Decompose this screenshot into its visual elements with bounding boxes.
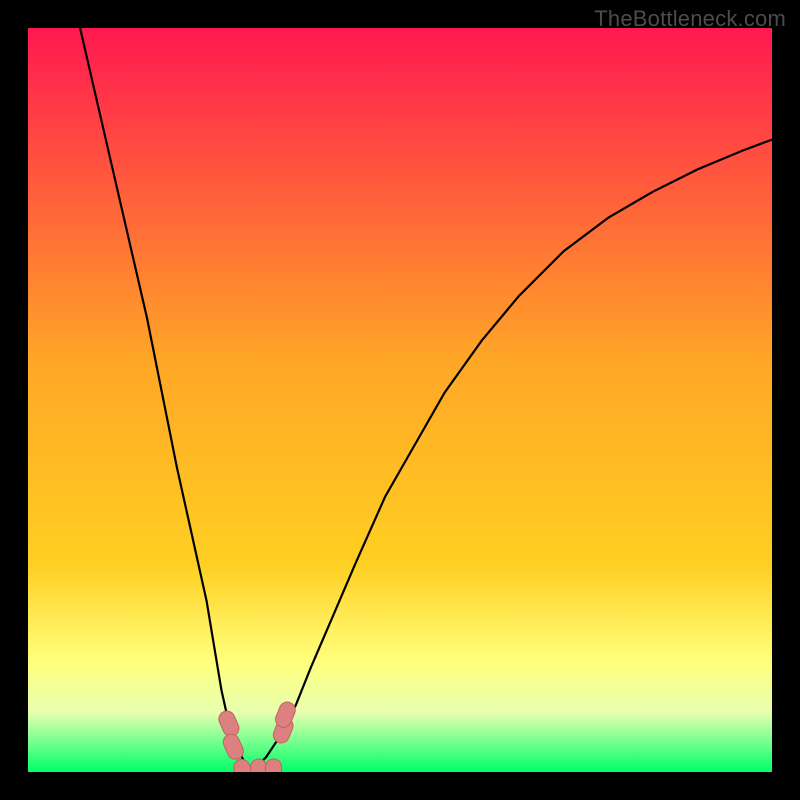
chart-frame: TheBottleneck.com <box>0 0 800 800</box>
gradient-background <box>28 28 772 772</box>
plot-area <box>28 28 772 772</box>
marker-3 <box>251 759 267 772</box>
plot-svg <box>28 28 772 772</box>
marker-4 <box>266 759 282 772</box>
